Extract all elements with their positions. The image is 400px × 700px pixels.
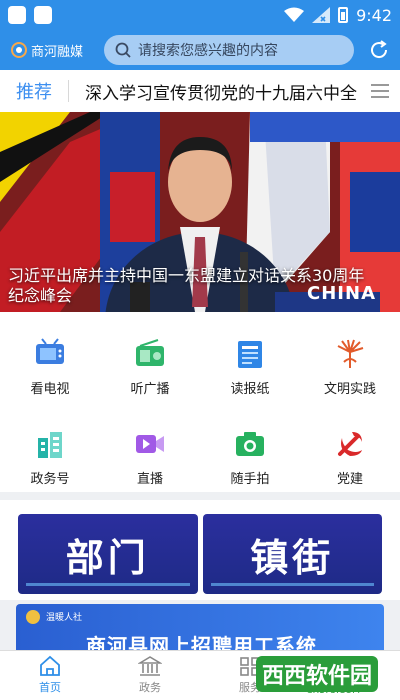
search-icon: [115, 42, 131, 58]
app-header: 商河融媒 请搜索您感兴趣的内容: [0, 30, 400, 70]
live-video-icon: [136, 435, 164, 453]
service-label: 文明实践: [323, 382, 376, 397]
search-placeholder: 请搜索您感兴趣的内容: [138, 43, 278, 59]
app-name: 商河融媒: [31, 44, 84, 60]
newspaper-icon: [238, 341, 262, 368]
party-emblem-icon: [338, 432, 362, 456]
service-label: 读报纸: [230, 382, 270, 397]
top-bar: 9:42 商河融媒 请搜索您感兴趣的内容: [0, 0, 400, 70]
app-logo: 商河融媒: [10, 41, 96, 60]
service-snapshot[interactable]: 随手拍: [200, 402, 300, 492]
government-icon: [138, 656, 162, 676]
service-label: 政务号: [30, 472, 70, 487]
tv-icon: [36, 338, 64, 364]
banner-caption: 习近平出席并主持中国一东盟建立对话关系30周年纪念峰会: [8, 266, 365, 305]
service-radio[interactable]: 听广播: [100, 312, 200, 402]
service-label: 看电视: [30, 382, 70, 397]
refresh-icon[interactable]: [368, 39, 390, 61]
news-banner[interactable]: CHINA 习近平出席并主持中国一东盟建立对话关系30周年纪念峰会: [0, 112, 400, 312]
department-card[interactable]: 部门: [18, 514, 198, 594]
service-civilization[interactable]: 文明实践: [300, 312, 400, 402]
tab-home[interactable]: 首页: [0, 651, 100, 700]
menu-icon[interactable]: [369, 82, 391, 100]
civilization-icon: [337, 339, 364, 368]
camera-icon: [236, 432, 264, 456]
wifi-icon: [284, 7, 305, 22]
tab-label: 首页: [39, 681, 61, 694]
entry-cards: 部门 镇街: [0, 500, 400, 600]
recruit-title: 商河县网上招聘用工系统: [86, 634, 317, 650]
battery-icon: [338, 7, 349, 23]
service-grid: 看电视 听广播 读报纸 文明实践 政务号 直播 随手拍 党建: [0, 312, 400, 492]
watermark-domain: CR173.COM: [306, 686, 360, 696]
home-icon: [40, 655, 60, 676]
watermark: 西西软件园 CR173.COM: [255, 652, 378, 696]
service-label: 党建: [336, 472, 363, 487]
radio-icon: [136, 339, 164, 366]
service-newspaper[interactable]: 读报纸: [200, 312, 300, 402]
recruitment-banner[interactable]: 温暖人社 商河县网上招聘用工系统: [16, 604, 384, 650]
search-input[interactable]: 请搜索您感兴趣的内容: [104, 35, 354, 65]
tab-recommend[interactable]: 推荐: [0, 78, 68, 104]
service-label: 直播: [136, 472, 163, 487]
logo-icon: [11, 42, 27, 58]
recruit-tag: 温暖人社: [46, 613, 83, 623]
seal-icon: [26, 610, 40, 624]
divider: [68, 80, 69, 102]
service-tv[interactable]: 看电视: [0, 312, 100, 402]
service-government-account[interactable]: 政务号: [0, 402, 100, 492]
tab-government[interactable]: 政务: [100, 651, 200, 700]
tab-label: 政务: [139, 681, 161, 694]
government-building-icon: [38, 432, 62, 458]
scrolling-headline[interactable]: 深入学习宣传贯彻党的十九届六中全: [85, 79, 367, 104]
status-time: 9:42: [356, 5, 392, 25]
notification-icon: [8, 6, 26, 24]
service-label: 听广播: [130, 382, 170, 397]
status-bar: 9:42: [0, 0, 400, 30]
notification-icon: [34, 6, 52, 24]
signal-icon: [312, 7, 331, 23]
service-label: 随手拍: [230, 472, 270, 487]
service-live[interactable]: 直播: [100, 402, 200, 492]
channel-bar: 推荐 深入学习宣传贯彻党的十九届六中全: [0, 70, 400, 112]
town-card[interactable]: 镇街: [202, 514, 382, 594]
service-party-building[interactable]: 党建: [300, 402, 400, 492]
